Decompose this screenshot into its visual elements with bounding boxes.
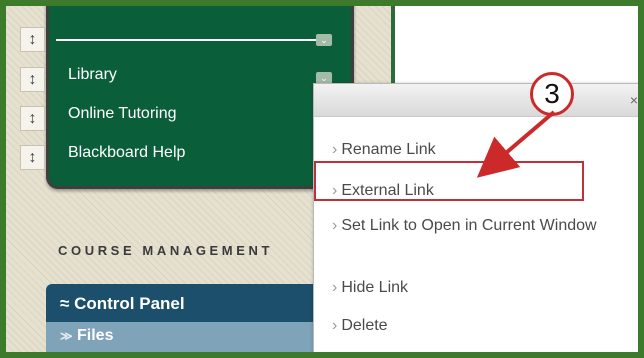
files-item[interactable]: ≫ Files bbox=[46, 322, 346, 352]
stage: ↕ ⌄ ↕ Library ⌄ ↕ Online Tutoring ↕ Blac… bbox=[6, 6, 638, 352]
chevron-right-icon: › bbox=[332, 217, 338, 234]
context-item-hide-link[interactable]: › Hide Link bbox=[332, 277, 408, 298]
context-item-rename-link[interactable]: › Rename Link bbox=[332, 139, 436, 160]
context-menu-header: × bbox=[314, 84, 638, 117]
context-item-label: Delete bbox=[341, 317, 388, 334]
context-item-label: Rename Link bbox=[341, 141, 436, 158]
chevron-right-icon: › bbox=[332, 141, 338, 158]
menu-separator bbox=[56, 39, 318, 41]
drag-handle-icon[interactable]: ↕ bbox=[20, 145, 45, 170]
drag-handle-icon[interactable]: ↕ bbox=[20, 106, 45, 131]
context-item-label: Set Link to Open in Current Window bbox=[341, 217, 597, 234]
chevron-down-icon[interactable]: ⌄ bbox=[316, 34, 332, 46]
files-label: Files bbox=[77, 327, 114, 344]
control-panel-label: Control Panel bbox=[74, 294, 185, 313]
control-panel-header[interactable]: ≈ Control Panel bbox=[46, 284, 346, 322]
close-icon[interactable]: × bbox=[630, 92, 638, 108]
highlight-box bbox=[314, 161, 584, 201]
drag-handle-icon[interactable]: ↕ bbox=[20, 67, 45, 92]
chevron-right-icon: › bbox=[332, 279, 338, 296]
menu-item-online-tutoring[interactable]: Online Tutoring bbox=[68, 105, 177, 123]
step-callout: 3 bbox=[530, 72, 574, 116]
collapse-icon: ≈ bbox=[60, 294, 70, 313]
course-management-heading: COURSE MANAGEMENT bbox=[58, 243, 274, 258]
expand-icon: ≫ bbox=[60, 329, 73, 343]
context-item-open-current-window[interactable]: › Set Link to Open in Current Window bbox=[332, 215, 632, 236]
context-menu: × › Rename Link › External Link › Set Link … bbox=[313, 83, 638, 352]
drag-handle-icon[interactable]: ↕ bbox=[20, 27, 45, 52]
context-item-label: Hide Link bbox=[341, 279, 409, 296]
context-item-delete[interactable]: › Delete bbox=[332, 315, 388, 336]
menu-item-library[interactable]: Library bbox=[68, 66, 117, 84]
menu-item-blackboard-help[interactable]: Blackboard Help bbox=[68, 144, 185, 162]
chevron-right-icon: › bbox=[332, 317, 338, 334]
